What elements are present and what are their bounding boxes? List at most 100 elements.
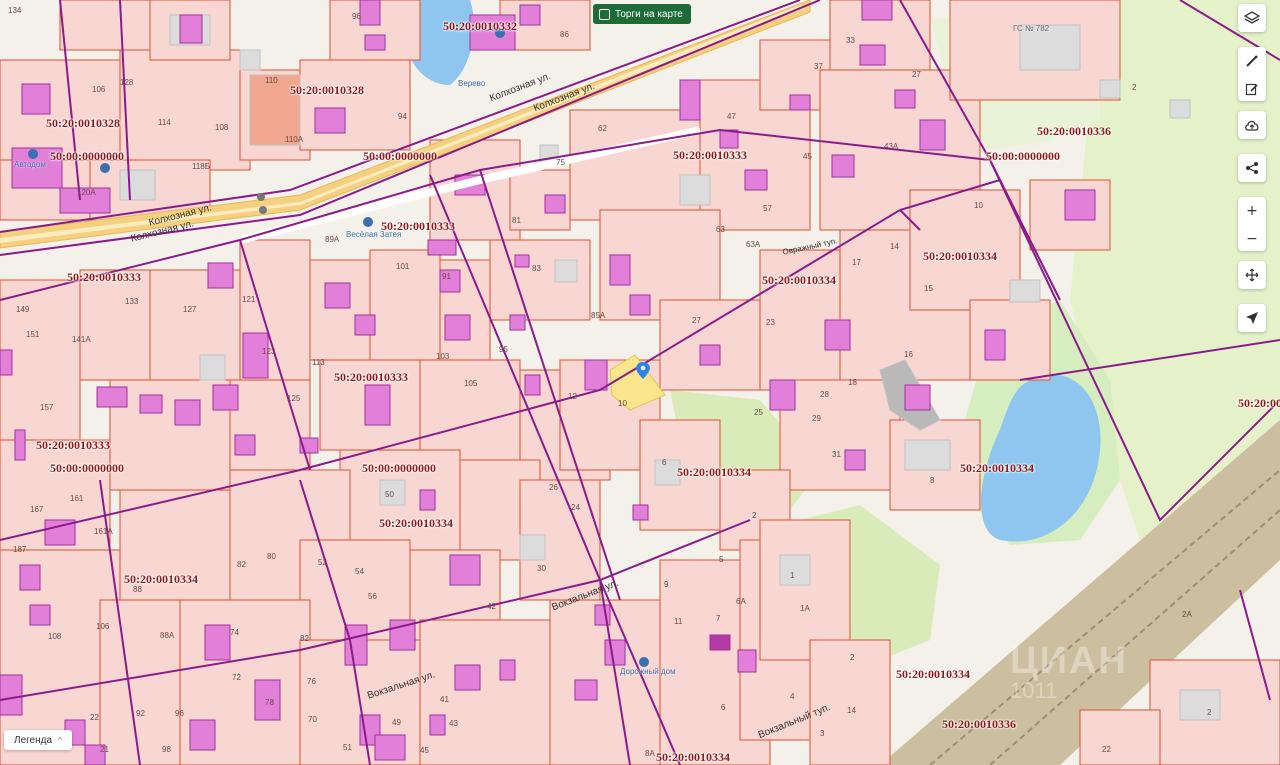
cadastral-label: 50:00:0000000 xyxy=(986,149,1060,163)
plot-label: 5 xyxy=(719,555,724,564)
cadastral-label: 50:20:0010333 xyxy=(381,219,455,233)
zoom-out-button[interactable]: − xyxy=(1238,225,1266,253)
plot-label: 33 xyxy=(846,36,855,45)
cadastral-label: 50:20:0010336 xyxy=(942,717,1016,731)
plot-label: 88А xyxy=(160,631,175,640)
plot-label: 26 xyxy=(549,483,558,492)
cadastral-label: 50:00:0000000 xyxy=(50,461,124,475)
plot-label: 91 xyxy=(442,272,451,281)
watermark: ЦИАН xyxy=(1010,640,1128,682)
checkbox-icon[interactable] xyxy=(599,8,610,20)
zoom-in-button[interactable]: + xyxy=(1238,197,1266,225)
plot-label: 2 xyxy=(752,511,757,520)
plot-label: 50 xyxy=(385,490,394,499)
plot-label: 57 xyxy=(763,204,772,213)
plot-label: 63 xyxy=(716,225,725,234)
plot-label: 2 xyxy=(1132,83,1137,92)
cadastral-label: 50:00:0000000 xyxy=(362,461,436,475)
plot-label: 133 xyxy=(125,297,139,306)
plot-label: 98 xyxy=(162,745,171,754)
plot-label: 157 xyxy=(40,403,54,412)
plot-label: 10 xyxy=(974,201,983,210)
plot-label: 29 xyxy=(812,414,821,423)
plot-label: 23 xyxy=(766,318,775,327)
poi-label[interactable]: Автодом xyxy=(14,160,46,169)
cadastral-label: 50:20:0010334 xyxy=(677,465,751,479)
plot-label: 123 xyxy=(262,347,276,356)
plot-label: 16 xyxy=(904,350,913,359)
plot-label: 96 xyxy=(352,12,361,21)
cadastral-label: 50:20:0010334 xyxy=(124,572,198,586)
cadastral-label: 50:20:0010328 xyxy=(290,83,364,97)
plot-label: 83 xyxy=(532,264,541,273)
plot-label: 1 xyxy=(790,571,795,580)
plot-label: 76 xyxy=(307,677,316,686)
plot-label: 25 xyxy=(754,408,763,417)
cadastral-label: 50:00:0000000 xyxy=(50,149,124,163)
plot-label: 6А xyxy=(736,597,746,606)
plot-label: 4 xyxy=(790,692,795,701)
poi-label[interactable]: Дорожный дом xyxy=(620,667,676,676)
locate-icon[interactable] xyxy=(1238,304,1266,332)
plot-label: 106 xyxy=(96,622,110,631)
plot-label: 17 xyxy=(852,258,861,267)
plot-label: 22 xyxy=(90,713,99,722)
plot-label: 110 xyxy=(265,76,278,85)
plot-label: 151 xyxy=(26,330,40,339)
plot-label: 86 xyxy=(560,30,569,39)
plot-label: 18 xyxy=(848,378,857,387)
share-icon[interactable] xyxy=(1238,154,1266,182)
move-icon[interactable] xyxy=(1238,261,1266,289)
plot-label: 43А xyxy=(884,142,899,151)
plot-label: 118Б xyxy=(192,162,211,171)
plot-label: 43 xyxy=(449,719,458,728)
plot-label: 31 xyxy=(832,450,841,459)
poi-label: ГС № 782 xyxy=(1013,24,1050,33)
plot-label: 27 xyxy=(912,70,921,79)
legend-button[interactable]: Легенда ^ xyxy=(4,730,72,750)
plot-label: 12 xyxy=(568,392,577,401)
plot-label: 8 xyxy=(930,476,935,485)
plot-label: 22 xyxy=(1102,745,1111,754)
plot-label: 27 xyxy=(692,316,701,325)
plot-label: 149 xyxy=(16,305,30,314)
plot-label: 125 xyxy=(287,394,301,403)
plot-label: 42 xyxy=(487,602,496,611)
layers-icon[interactable] xyxy=(1238,4,1266,32)
ruler-icon[interactable] xyxy=(1238,47,1266,75)
plot-label: 128 xyxy=(120,78,134,87)
cadastral-label: 50:20:0010334 xyxy=(960,461,1034,475)
cloud-upload-icon[interactable] xyxy=(1238,111,1266,139)
plot-label: 94 xyxy=(398,112,407,121)
plot-label: 41 xyxy=(440,695,449,704)
plot-label: 10 xyxy=(618,399,627,408)
cadastral-label: 50:20:0010334 xyxy=(896,667,970,681)
cadastral-label: 50:20:0010332 xyxy=(443,19,517,33)
plot-label: 187 xyxy=(13,545,27,554)
cadastral-label: 50:20:0010328 xyxy=(46,116,120,130)
plot-label: 2 xyxy=(850,653,855,662)
plot-label: 127 xyxy=(183,305,197,314)
cadastral-label: 50:20:0010334 xyxy=(923,249,997,263)
torgi-toggle-button[interactable]: Торги на карте xyxy=(593,4,691,24)
cadastral-label: 50:20:0010334 xyxy=(656,750,730,764)
torgi-label: Торги на карте xyxy=(615,8,683,20)
poi-label[interactable]: Верево xyxy=(458,79,485,88)
plot-label: 113 xyxy=(312,358,325,367)
plot-label: 92 xyxy=(136,709,145,718)
plot-label: 15 xyxy=(924,284,933,293)
cadastral-label: 50:20:0010336 xyxy=(1037,124,1111,138)
plot-label: 6 xyxy=(721,703,726,712)
plot-label: 45 xyxy=(803,152,812,161)
plot-label: 30 xyxy=(537,564,546,573)
cadastral-label: 50:00:0000000 xyxy=(363,149,437,163)
cadastral-label: 50:20:0010333 xyxy=(334,370,408,384)
plot-label: 56 xyxy=(368,592,377,601)
chevron-up-icon: ^ xyxy=(58,735,62,745)
plot-label: 14 xyxy=(890,242,899,251)
plot-label: 21 xyxy=(100,745,109,754)
plot-label: 37 xyxy=(814,62,823,71)
cadastral-label: 50:20:0010 xyxy=(1238,396,1280,410)
plot-label: 24 xyxy=(571,503,580,512)
edit-icon[interactable] xyxy=(1238,75,1266,103)
